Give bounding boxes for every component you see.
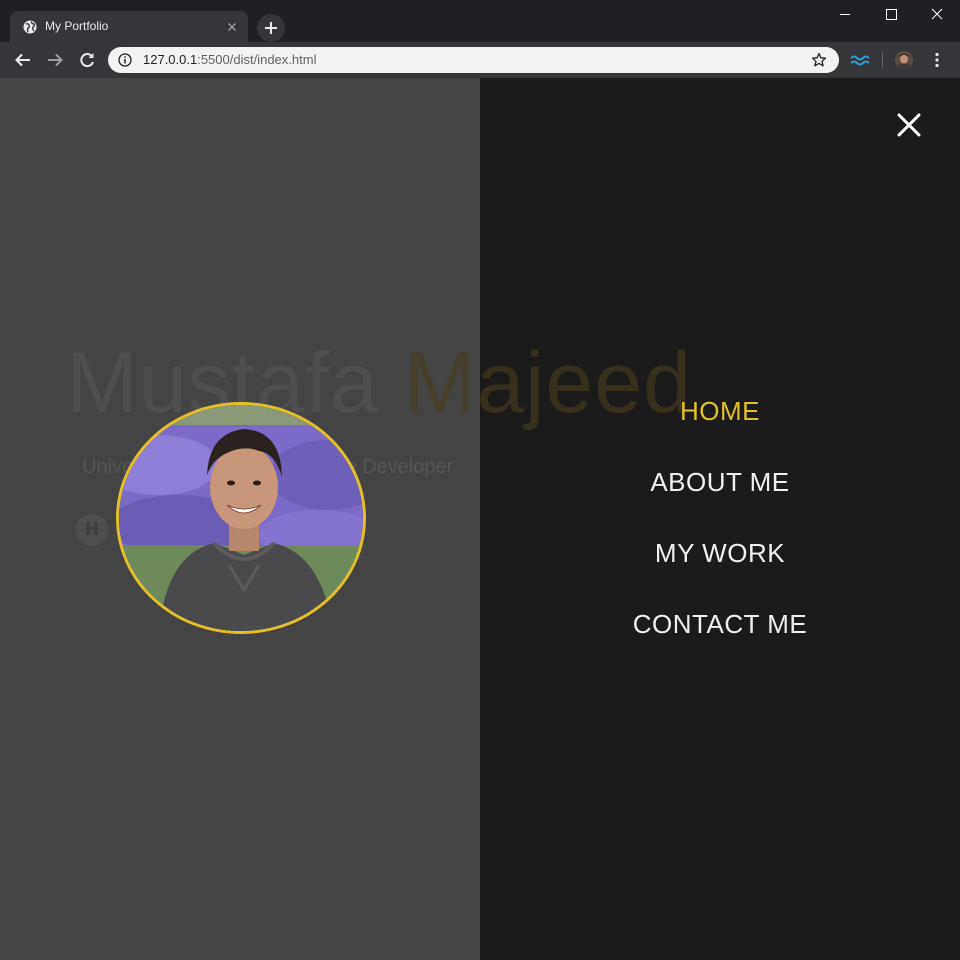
extension-icon[interactable] bbox=[850, 52, 870, 68]
overlay-nav-menu: HOME ABOUT ME MY WORK CONTACT ME bbox=[480, 78, 960, 960]
profile-portrait bbox=[116, 402, 366, 634]
profile-avatar[interactable] bbox=[895, 51, 913, 69]
avatar-image bbox=[895, 51, 913, 69]
page-viewport: Mustafa Majeed Mustafa Majeed University… bbox=[0, 78, 960, 960]
browser-titlebar: My Portfolio bbox=[0, 0, 960, 42]
url-host: 127.0.0.1 bbox=[143, 52, 198, 67]
window-close-icon bbox=[931, 8, 943, 20]
nav-item-about-me[interactable]: ABOUT ME bbox=[480, 467, 960, 498]
back-arrow-icon[interactable] bbox=[13, 50, 33, 70]
nav-item-my-work[interactable]: MY WORK bbox=[480, 538, 960, 569]
kebab-menu-icon[interactable] bbox=[928, 51, 946, 69]
address-bar[interactable]: 127.0.0.1:5500/dist/index.html bbox=[108, 47, 839, 73]
plus-icon bbox=[265, 22, 277, 34]
portrait-image bbox=[119, 405, 363, 631]
window-maximize-button[interactable] bbox=[868, 0, 914, 28]
browser-tab[interactable]: My Portfolio bbox=[10, 11, 248, 42]
new-tab-button[interactable] bbox=[257, 14, 285, 42]
star-icon[interactable] bbox=[811, 52, 827, 68]
reload-icon[interactable] bbox=[77, 50, 97, 70]
tab-title: My Portfolio bbox=[45, 19, 109, 33]
toolbar-divider bbox=[882, 52, 883, 68]
minimize-icon bbox=[840, 14, 850, 15]
info-icon[interactable] bbox=[118, 53, 132, 67]
globe-icon bbox=[23, 20, 37, 34]
url-path: :5500/dist/index.html bbox=[197, 52, 317, 67]
url-text[interactable]: 127.0.0.1:5500/dist/index.html bbox=[143, 52, 316, 67]
window-minimize-button[interactable] bbox=[822, 0, 868, 28]
window-close-button[interactable] bbox=[914, 0, 960, 28]
nav-item-home[interactable]: HOME bbox=[480, 396, 960, 427]
nav-item-contact-me[interactable]: CONTACT ME bbox=[480, 609, 960, 640]
browser-toolbar: 127.0.0.1:5500/dist/index.html bbox=[0, 42, 960, 78]
social-icon: H bbox=[76, 514, 108, 546]
tab-close-icon[interactable] bbox=[225, 20, 239, 34]
maximize-icon bbox=[886, 9, 897, 20]
forward-arrow-icon[interactable] bbox=[45, 50, 65, 70]
